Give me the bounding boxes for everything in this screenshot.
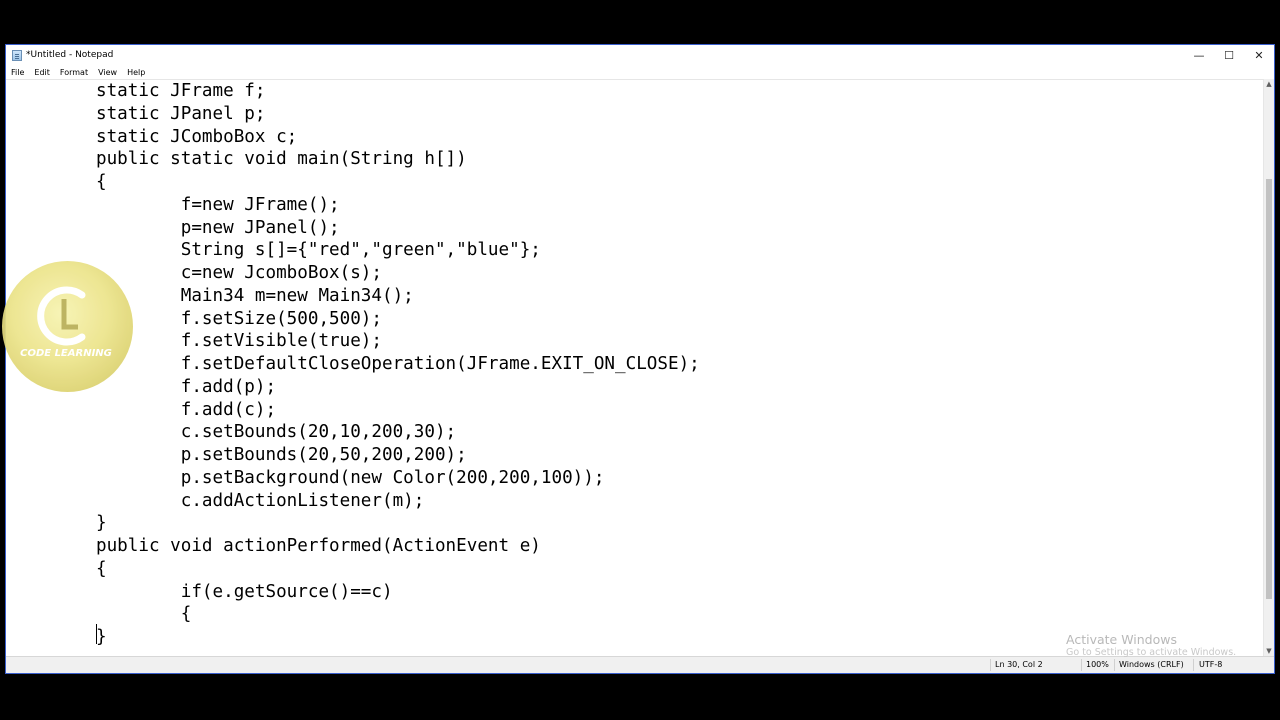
logo-emblem-icon: CODE LEARNING xyxy=(20,286,112,359)
vertical-scrollbar[interactable]: ▲ ▼ xyxy=(1263,79,1274,656)
code-line: { xyxy=(96,558,107,579)
watermark-subtitle: Go to Settings to activate Windows. xyxy=(1066,647,1237,658)
status-divider xyxy=(1114,659,1115,671)
code-line: p.setBackground(new Color(200,200,100)); xyxy=(96,467,605,488)
scroll-up-icon[interactable]: ▲ xyxy=(1264,79,1274,89)
maximize-button[interactable]: ☐ xyxy=(1214,45,1244,65)
menu-format[interactable]: Format xyxy=(55,68,93,77)
status-divider xyxy=(990,659,991,671)
window-title: *Untitled - Notepad xyxy=(26,50,114,60)
code-line: public void actionPerformed(ActionEvent … xyxy=(96,536,541,556)
menu-help[interactable]: Help xyxy=(122,68,150,77)
code-line: } xyxy=(96,627,107,647)
code-line: static JFrame f; xyxy=(96,81,266,101)
code-line: Main34 m=new Main34(); xyxy=(96,285,414,306)
code-line: public static void main(String h[]) xyxy=(96,149,467,170)
status-divider xyxy=(1081,659,1082,671)
scroll-thumb[interactable] xyxy=(1266,179,1272,599)
status-line-ending: Windows (CRLF) xyxy=(1119,660,1184,669)
status-zoom: 100% xyxy=(1086,660,1109,669)
code-line: { xyxy=(96,604,192,625)
code-line: p.setBounds(20,50,200,200); xyxy=(96,445,467,465)
logo-text: CODE LEARNING xyxy=(20,348,112,359)
code-line: f=new JFrame(); xyxy=(96,194,340,215)
code-line: c=new JcomboBox(s); xyxy=(96,263,382,283)
code-line: { xyxy=(96,172,107,192)
watermark-title: Activate Windows xyxy=(1066,632,1177,647)
status-position: Ln 30, Col 2 xyxy=(995,660,1043,669)
notepad-icon xyxy=(12,49,22,61)
code-learning-logo: CODE LEARNING xyxy=(2,261,133,392)
menu-edit[interactable]: Edit xyxy=(29,68,55,77)
status-divider xyxy=(1193,659,1194,671)
code-line: static JComboBox c; xyxy=(96,126,298,147)
title-bar[interactable]: *Untitled - Notepad — ☐ ✕ xyxy=(6,45,1274,65)
code-line: f.add(c); xyxy=(96,399,277,420)
window-controls: — ☐ ✕ xyxy=(1184,45,1274,65)
code-line: if(e.getSource()==c) xyxy=(96,581,393,602)
code-line: static JPanel p; xyxy=(96,103,266,124)
scroll-down-icon[interactable]: ▼ xyxy=(1264,646,1274,656)
text-editor[interactable]: static JFrame f; static JPanel p; static J… xyxy=(6,79,1263,656)
code-line: String s[]={"red","green","blue"}; xyxy=(96,240,541,261)
code-line: f.setSize(500,500); xyxy=(96,308,382,329)
code-line: f.setDefaultCloseOperation(JFrame.EXIT_O… xyxy=(96,354,700,374)
code-line: f.setVisible(true); xyxy=(96,331,382,352)
minimize-button[interactable]: — xyxy=(1184,45,1214,65)
close-button[interactable]: ✕ xyxy=(1244,45,1274,65)
code-line: c.setBounds(20,10,200,30); xyxy=(96,422,457,443)
activate-windows-watermark: Activate Windows Go to Settings to activ… xyxy=(1066,632,1236,659)
notepad-window: *Untitled - Notepad — ☐ ✕ File Edit Form… xyxy=(5,44,1275,674)
code-line: p=new JPanel(); xyxy=(96,217,340,238)
status-encoding: UTF-8 xyxy=(1199,660,1223,669)
menu-file[interactable]: File xyxy=(6,68,29,77)
code-line: c.addActionListener(m); xyxy=(96,490,425,511)
menu-view[interactable]: View xyxy=(93,68,122,77)
menu-bar: File Edit Format View Help xyxy=(6,65,1274,79)
code-line: } xyxy=(96,513,107,534)
